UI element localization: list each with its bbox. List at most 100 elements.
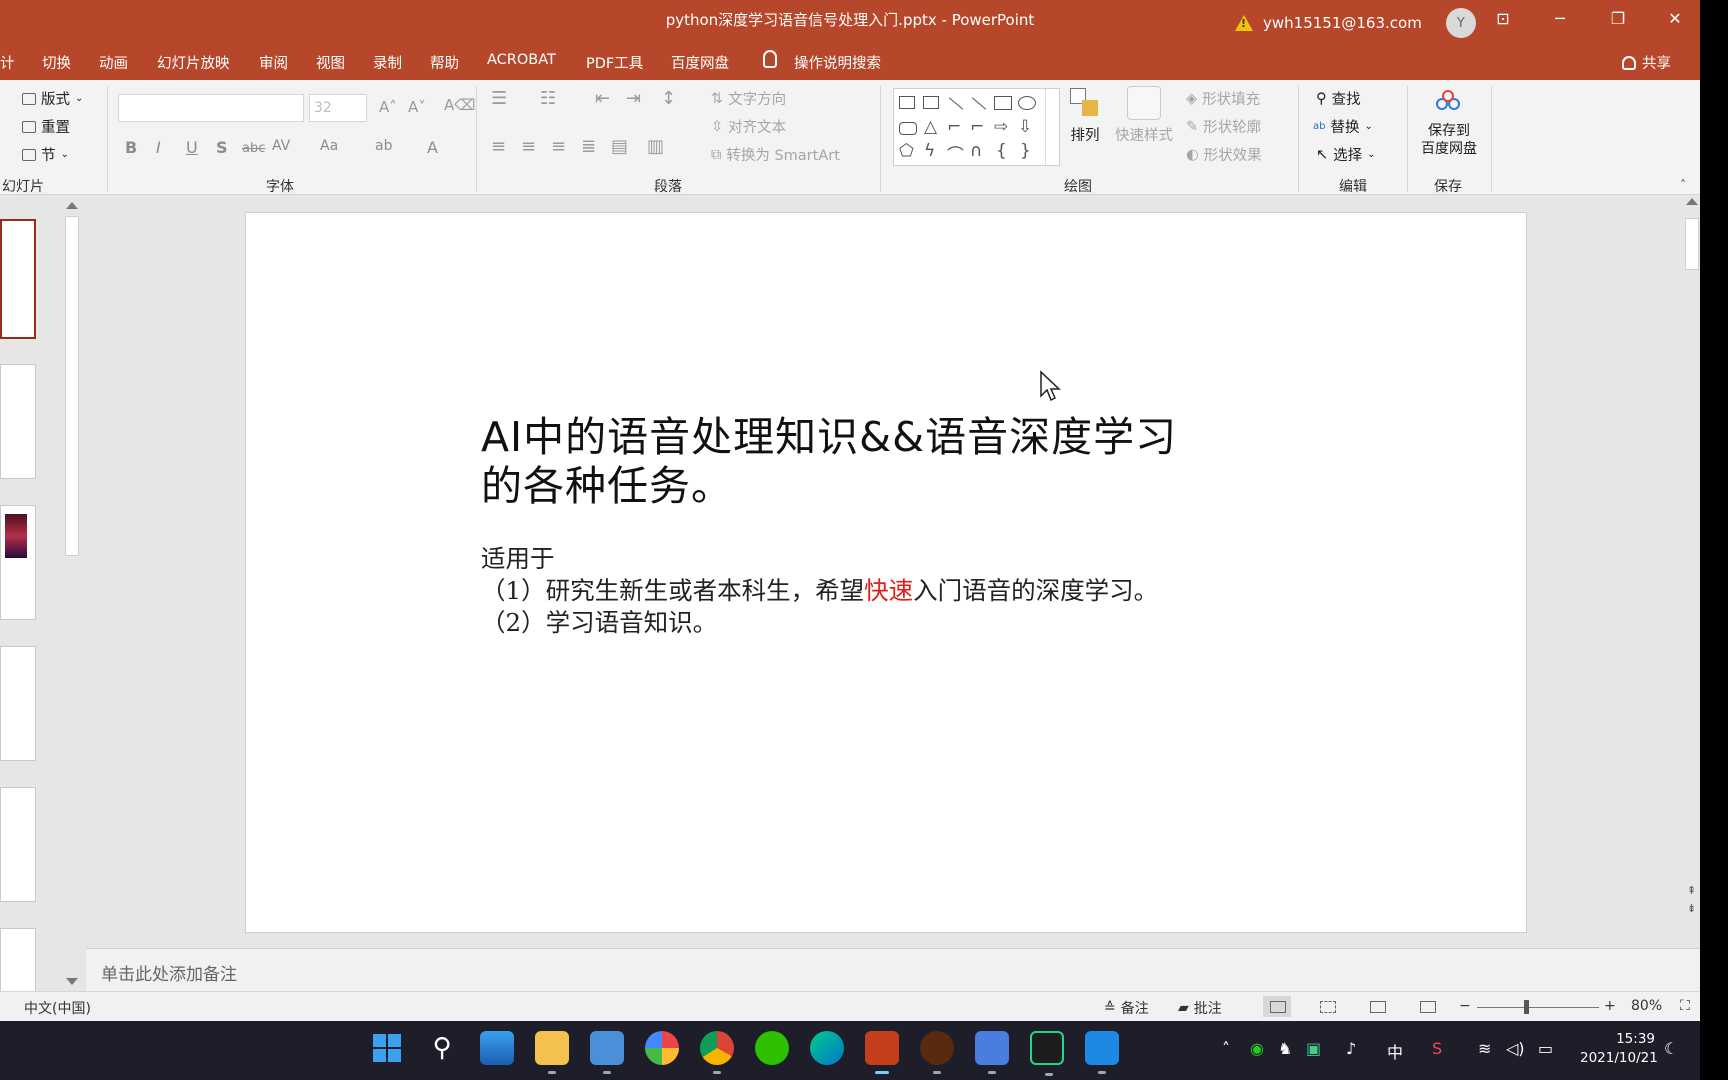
highlight-icon[interactable]: ab: [375, 138, 392, 154]
bullets-icon[interactable]: ☰: [491, 88, 507, 109]
prev-slide-icon[interactable]: ⇞: [1687, 884, 1696, 897]
scroll-up-icon[interactable]: [66, 202, 78, 209]
settings-app-icon[interactable]: [975, 1031, 1009, 1074]
decrease-indent-icon[interactable]: ⇤: [595, 88, 610, 109]
zoom-level[interactable]: 80%: [1631, 998, 1662, 1014]
tab-view[interactable]: 视图: [316, 52, 345, 73]
tab-review[interactable]: 审阅: [259, 52, 288, 73]
share-button[interactable]: 共享: [1622, 52, 1671, 73]
font-name-field[interactable]: [118, 94, 304, 122]
pycharm-icon[interactable]: [1030, 1031, 1064, 1076]
convert-smartart-button[interactable]: ⧉ 转换为 SmartArt: [711, 144, 840, 165]
tab-design[interactable]: 计: [0, 52, 15, 73]
line-spacing-icon[interactable]: ↕: [661, 88, 676, 109]
thumbnails-scrollbar[interactable]: [63, 200, 81, 987]
slide-body[interactable]: 适用于 （1）研究生新生或者本科生，希望快速入门语音的深度学习。 （2）学习语音…: [481, 543, 1201, 639]
arc-shape-icon[interactable]: ⌒: [947, 141, 964, 166]
gallery-scroll[interactable]: [1045, 89, 1059, 165]
tab-baidu-netdisk[interactable]: 百度网盘: [671, 52, 729, 73]
edge-icon[interactable]: [810, 1031, 844, 1065]
tab-acrobat[interactable]: ACROBAT: [487, 52, 556, 68]
slide-thumbnail[interactable]: [0, 364, 36, 479]
vertical-textbox-shape-icon[interactable]: [923, 96, 939, 109]
scroll-up-icon[interactable]: [1686, 198, 1698, 205]
avatar[interactable]: Y: [1445, 8, 1476, 38]
right-arrow-shape-icon[interactable]: ⇨: [994, 117, 1008, 137]
align-text-button[interactable]: ⇳ 对齐文本: [711, 116, 786, 137]
lightning-shape-icon[interactable]: ϟ: [924, 141, 935, 161]
font-color-icon[interactable]: A: [427, 138, 438, 157]
image-app-icon[interactable]: [590, 1031, 624, 1074]
next-slide-icon[interactable]: ⇟: [1687, 902, 1696, 915]
qq-icon[interactable]: ♞: [1278, 1039, 1292, 1058]
volume-icon[interactable]: ◁): [1506, 1039, 1525, 1058]
tab-animations[interactable]: 动画: [99, 52, 128, 73]
notification-moon-icon[interactable]: ☾: [1664, 1039, 1678, 1058]
zoom-in-button[interactable]: +: [1604, 998, 1616, 1014]
ime-indicator[interactable]: 中: [1387, 1039, 1403, 1063]
replace-button[interactable]: ab 替换 ⌄: [1313, 116, 1373, 137]
font-size-field[interactable]: 32: [309, 94, 367, 122]
slide-title[interactable]: AI中的语音处理知识&&语音深度学习的各种任务。: [481, 413, 1181, 511]
minimize-icon[interactable]: ─: [1545, 6, 1575, 32]
tab-help[interactable]: 帮助: [430, 52, 459, 73]
zoom-out-button[interactable]: −: [1459, 998, 1471, 1014]
char-spacing-icon[interactable]: AV: [272, 138, 290, 154]
shape-fill-button[interactable]: ◈ 形状填充: [1186, 88, 1260, 109]
italic-icon[interactable]: I: [156, 138, 161, 157]
rectangle-shape-icon[interactable]: [994, 96, 1012, 110]
sogou-icon[interactable]: S: [1432, 1039, 1442, 1058]
select-button[interactable]: ↖ 选择 ⌄: [1316, 144, 1376, 165]
chart-app-icon[interactable]: [1085, 1031, 1119, 1074]
bold-icon[interactable]: B: [125, 138, 137, 157]
rounded-rect-shape-icon[interactable]: [899, 122, 917, 135]
quick-styles-button[interactable]: 快速样式: [1115, 86, 1173, 145]
elbow-arrow-icon[interactable]: ⌐: [970, 117, 984, 137]
find-button[interactable]: ⚲ 查找: [1316, 88, 1361, 109]
shadow-icon[interactable]: S: [216, 138, 228, 157]
slide[interactable]: AI中的语音处理知识&&语音深度学习的各种任务。 适用于 （1）研究生新生或者本…: [245, 212, 1527, 933]
file-explorer-icon[interactable]: [535, 1031, 569, 1074]
down-arrow-shape-icon[interactable]: ⇩: [1018, 117, 1032, 137]
columns-icon[interactable]: ▥: [647, 136, 664, 157]
slide-thumbnail[interactable]: [0, 646, 36, 761]
tab-transitions[interactable]: 切换: [42, 52, 71, 73]
tab-record[interactable]: 录制: [373, 52, 402, 73]
align-right-icon[interactable]: ≡: [551, 136, 566, 157]
decrease-font-icon[interactable]: A˅: [408, 98, 426, 116]
line-shape-icon[interactable]: [948, 97, 964, 110]
arrow-shape-icon[interactable]: [971, 97, 987, 110]
start-icon[interactable]: [370, 1031, 404, 1065]
powerpoint-icon[interactable]: [865, 1031, 899, 1074]
wechat-icon[interactable]: [755, 1031, 789, 1065]
scroll-down-icon[interactable]: [66, 978, 78, 985]
align-left-icon[interactable]: ≡: [491, 136, 506, 157]
strikethrough-icon[interactable]: abc: [242, 141, 265, 156]
distributed-icon[interactable]: ▤: [611, 136, 628, 157]
shape-effects-button[interactable]: ◐ 形状效果: [1186, 144, 1262, 165]
scroll-thumb[interactable]: [1685, 218, 1699, 270]
justify-icon[interactable]: ≣: [581, 136, 596, 157]
notes-toggle[interactable]: ≙ 备注: [1104, 998, 1149, 1018]
notes-pane[interactable]: 单击此处添加备注: [86, 948, 1700, 991]
slide-scrollbar[interactable]: ⇞ ⇟: [1684, 196, 1700, 948]
tray-app-icon[interactable]: ▣: [1306, 1039, 1321, 1058]
shape-outline-button[interactable]: ✎ 形状轮廓: [1186, 116, 1261, 137]
tell-me-search[interactable]: 操作说明搜索: [794, 52, 881, 73]
normal-view-button[interactable]: [1263, 996, 1291, 1017]
arrange-button[interactable]: 排列: [1068, 86, 1102, 145]
slideshow-button[interactable]: [1413, 996, 1441, 1017]
scroll-thumb[interactable]: [65, 216, 79, 556]
clock[interactable]: 15:39 2021/10/21: [1580, 1030, 1658, 1068]
ribbon-display-icon[interactable]: ⊡: [1488, 6, 1518, 32]
tab-slideshow[interactable]: 幻灯片放映: [157, 52, 230, 73]
restore-icon[interactable]: ❐: [1603, 6, 1633, 32]
right-brace-icon[interactable]: }: [1020, 141, 1031, 161]
widgets-icon[interactable]: [480, 1031, 514, 1065]
oval-shape-icon[interactable]: [1018, 96, 1036, 110]
freeform-shape-icon[interactable]: ⬠: [899, 141, 914, 161]
zoom-slider[interactable]: [1477, 1007, 1599, 1008]
fit-to-window-icon[interactable]: ⛶: [1680, 998, 1690, 1014]
layout-button[interactable]: 版式 ⌄: [22, 88, 83, 109]
chrome-icon[interactable]: [700, 1031, 734, 1074]
